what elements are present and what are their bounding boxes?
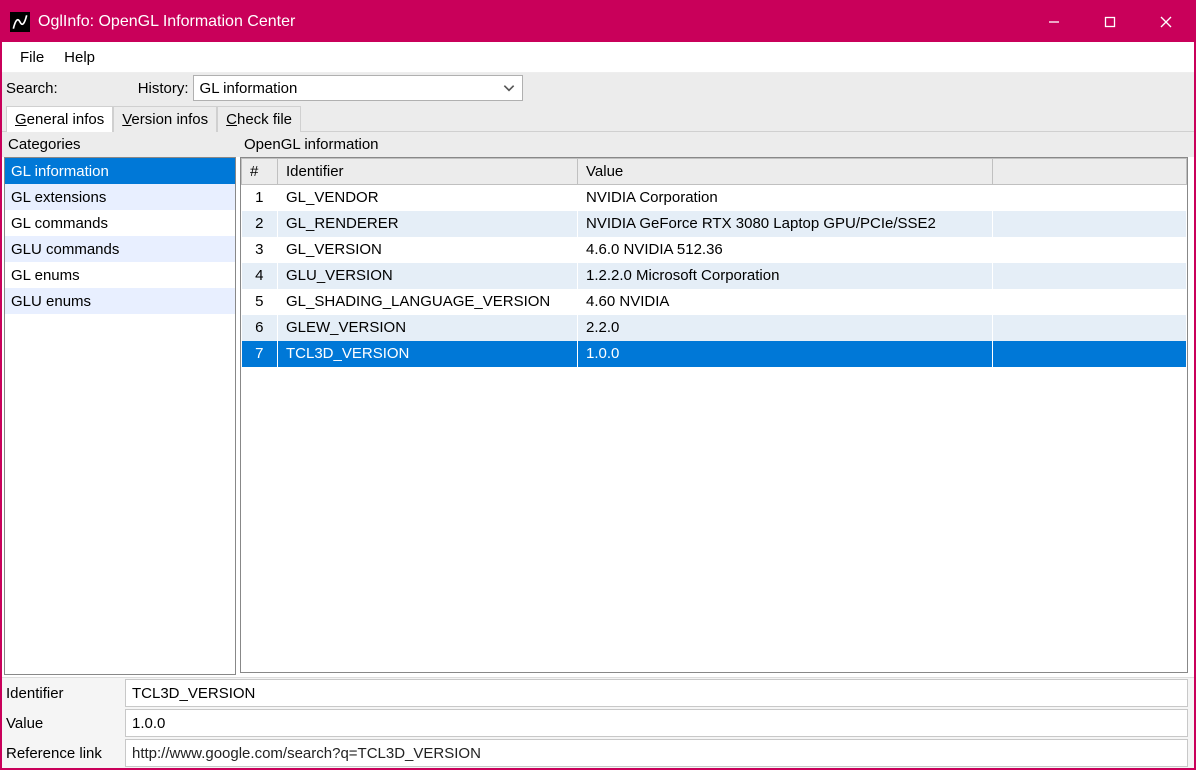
close-button[interactable]	[1138, 2, 1194, 42]
category-item[interactable]: GLU enums	[5, 288, 235, 314]
category-item[interactable]: GL extensions	[5, 184, 235, 210]
maximize-button[interactable]	[1082, 2, 1138, 42]
detail-value-value[interactable]: 1.0.0	[125, 709, 1188, 737]
table-row[interactable]: 6GLEW_VERSION2.2.0	[242, 315, 1187, 341]
main-pane: OpenGL information # Identifier Value	[238, 132, 1194, 677]
cell-num: 7	[242, 341, 278, 367]
category-item[interactable]: GL commands	[5, 210, 235, 236]
cell-value: NVIDIA GeForce RTX 3080 Laptop GPU/PCIe/…	[578, 211, 993, 237]
col-value-header[interactable]: Value	[578, 159, 993, 185]
cell-extra	[993, 211, 1187, 237]
tab-general-infos[interactable]: General infos	[6, 106, 113, 132]
search-label: Search:	[6, 80, 138, 97]
cell-extra	[993, 315, 1187, 341]
cell-num: 4	[242, 263, 278, 289]
detail-value-label: Value	[2, 715, 125, 732]
info-table[interactable]: # Identifier Value 1GL_VENDORNVIDIA Corp…	[241, 158, 1187, 367]
detail-identifier-value[interactable]: TCL3D_VERSION	[125, 679, 1188, 707]
minimize-button[interactable]	[1026, 2, 1082, 42]
cell-value: 1.0.0	[578, 341, 993, 367]
menu-help[interactable]: Help	[54, 45, 105, 70]
category-item[interactable]: GL enums	[5, 262, 235, 288]
content-area: Categories GL informationGL extensionsGL…	[2, 132, 1194, 677]
cell-num: 1	[242, 185, 278, 211]
cell-value: 1.2.2.0 Microsoft Corporation	[578, 263, 993, 289]
cell-extra	[993, 237, 1187, 263]
table-row[interactable]: 1GL_VENDORNVIDIA Corporation	[242, 185, 1187, 211]
menu-bar: File Help	[2, 42, 1194, 73]
cell-num: 6	[242, 315, 278, 341]
cell-num: 2	[242, 211, 278, 237]
sidebar-header: Categories	[2, 132, 238, 157]
cell-identifier: GLEW_VERSION	[278, 315, 578, 341]
search-row: Search: History: GL information	[2, 73, 1194, 103]
tab-version-infos[interactable]: Version infos	[113, 106, 217, 132]
table-row[interactable]: 5GL_SHADING_LANGUAGE_VERSION4.60 NVIDIA	[242, 289, 1187, 315]
tab-row: General infos Version infos Check file	[2, 103, 1194, 132]
col-num-header[interactable]: #	[242, 159, 278, 185]
cell-value: 4.60 NVIDIA	[578, 289, 993, 315]
window-buttons	[1026, 2, 1194, 42]
category-item[interactable]: GLU commands	[5, 236, 235, 262]
cell-value: 2.2.0	[578, 315, 993, 341]
cell-extra	[993, 341, 1187, 367]
cell-identifier: GL_SHADING_LANGUAGE_VERSION	[278, 289, 578, 315]
categories-list[interactable]: GL informationGL extensionsGL commandsGL…	[4, 157, 236, 675]
cell-num: 5	[242, 289, 278, 315]
tab-check-file[interactable]: Check file	[217, 106, 301, 132]
cell-identifier: TCL3D_VERSION	[278, 341, 578, 367]
cell-value: 4.6.0 NVIDIA 512.36	[578, 237, 993, 263]
history-label: History:	[138, 80, 193, 97]
chevron-down-icon	[502, 81, 516, 95]
table-row[interactable]: 3GL_VERSION4.6.0 NVIDIA 512.36	[242, 237, 1187, 263]
cell-identifier: GLU_VERSION	[278, 263, 578, 289]
col-id-header[interactable]: Identifier	[278, 159, 578, 185]
history-combo-value: GL information	[200, 80, 502, 97]
detail-reference-link[interactable]: http://www.google.com/search?q=TCL3D_VER…	[125, 739, 1188, 767]
detail-pane: Identifier TCL3D_VERSION Value 1.0.0 Ref…	[2, 677, 1194, 768]
table-row[interactable]: 2GL_RENDERERNVIDIA GeForce RTX 3080 Lapt…	[242, 211, 1187, 237]
cell-extra	[993, 289, 1187, 315]
table-row[interactable]: 7TCL3D_VERSION1.0.0	[242, 341, 1187, 367]
menu-file[interactable]: File	[10, 45, 54, 70]
cell-num: 3	[242, 237, 278, 263]
app-window: OglInfo: OpenGL Information Center File …	[0, 0, 1196, 770]
cell-identifier: GL_VENDOR	[278, 185, 578, 211]
detail-identifier-label: Identifier	[2, 685, 125, 702]
table-row[interactable]: 4GLU_VERSION1.2.2.0 Microsoft Corporatio…	[242, 263, 1187, 289]
sidebar: Categories GL informationGL extensionsGL…	[2, 132, 238, 677]
detail-reference-label: Reference link	[2, 745, 125, 762]
cell-identifier: GL_VERSION	[278, 237, 578, 263]
window-title: OglInfo: OpenGL Information Center	[38, 13, 1026, 31]
col-extra-header[interactable]	[993, 159, 1187, 185]
app-icon	[10, 12, 30, 32]
cell-value: NVIDIA Corporation	[578, 185, 993, 211]
table-wrap: # Identifier Value 1GL_VENDORNVIDIA Corp…	[240, 157, 1188, 673]
history-combo[interactable]: GL information	[193, 75, 523, 101]
cell-identifier: GL_RENDERER	[278, 211, 578, 237]
category-item[interactable]: GL information	[5, 158, 235, 184]
main-header: OpenGL information	[238, 132, 1194, 157]
title-bar: OglInfo: OpenGL Information Center	[2, 2, 1194, 42]
info-table-body: 1GL_VENDORNVIDIA Corporation2GL_RENDERER…	[242, 185, 1187, 367]
cell-extra	[993, 263, 1187, 289]
cell-extra	[993, 185, 1187, 211]
